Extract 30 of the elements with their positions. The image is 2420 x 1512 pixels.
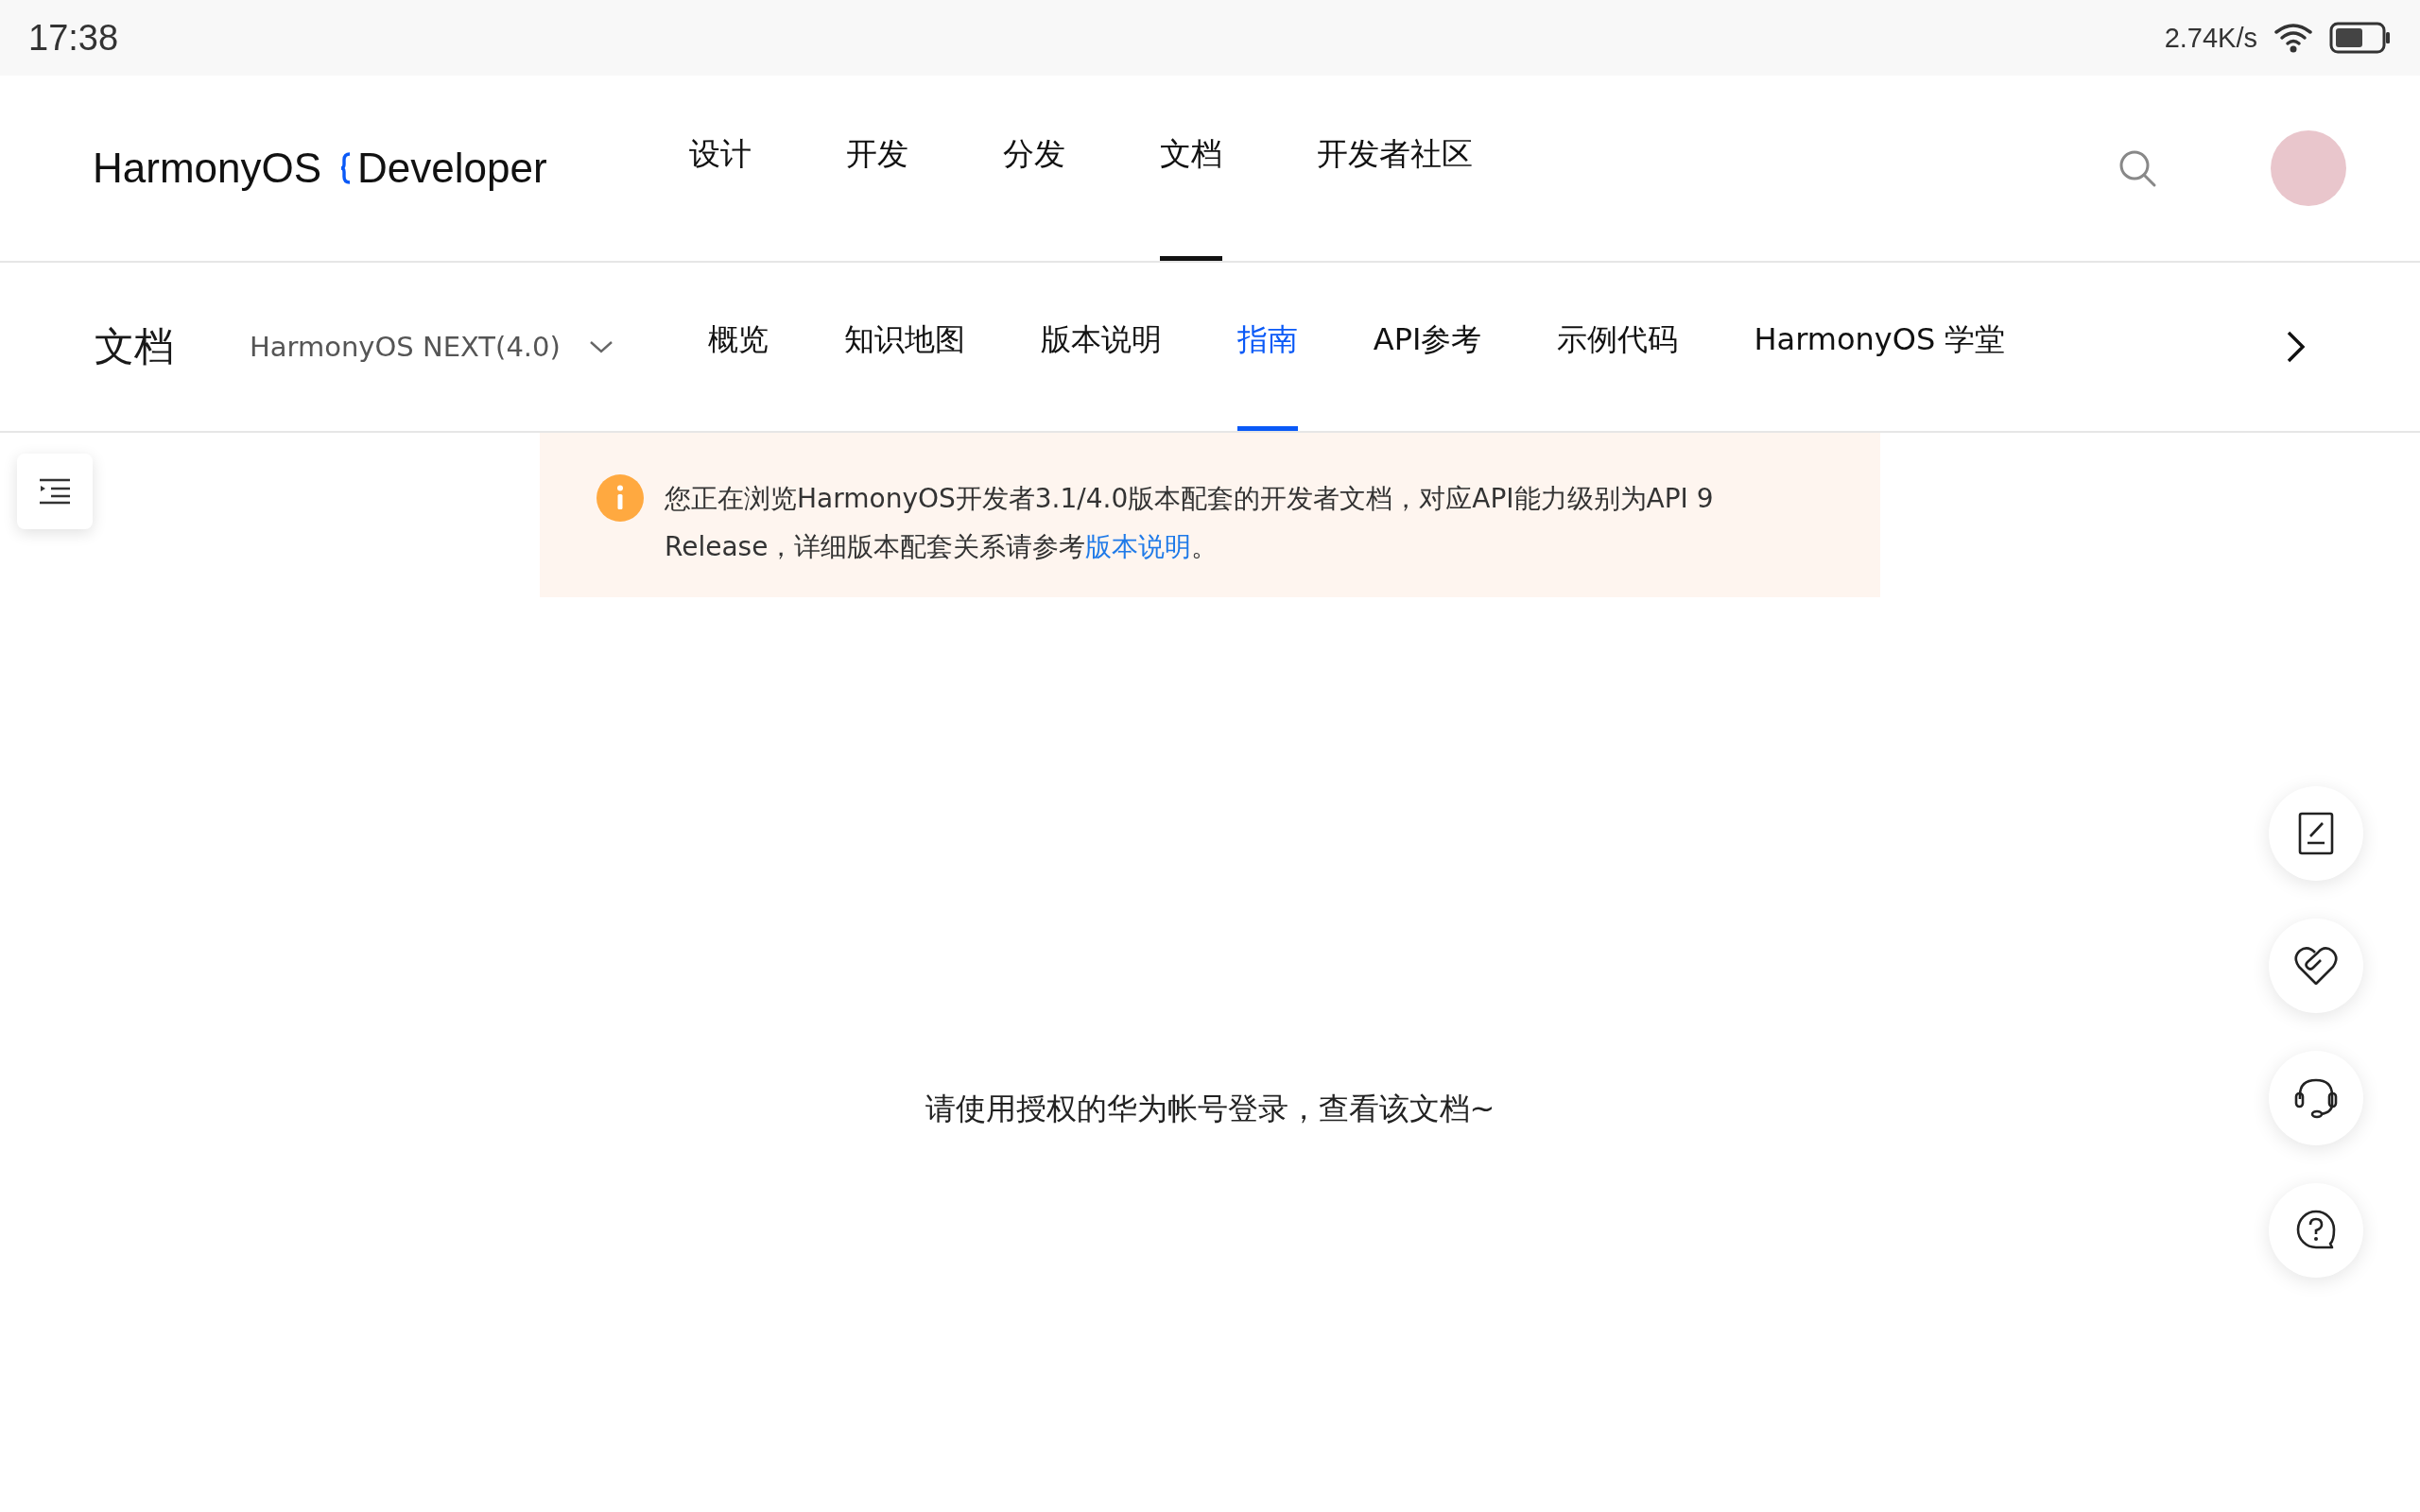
edit-document-icon <box>2298 812 2334 855</box>
network-speed: 2.74K/s <box>2164 22 2257 54</box>
chevron-down-icon <box>588 339 614 354</box>
nav-tab[interactable]: 开发 <box>845 76 908 261</box>
section-title: 文档 <box>95 322 174 371</box>
doc-tab[interactable]: 版本说明 <box>1040 263 1162 431</box>
status-time: 17:38 <box>28 17 119 59</box>
chevron-right-icon[interactable] <box>2286 330 2307 364</box>
info-icon <box>596 474 644 522</box>
doc-tab[interactable]: 概览 <box>707 263 769 431</box>
list-indent-icon <box>39 478 71 505</box>
search-icon[interactable] <box>2118 148 2157 188</box>
nav-tab[interactable]: 分发 <box>1002 76 1065 261</box>
nav-tab[interactable]: 开发者社区 <box>1316 76 1473 261</box>
nav-tab[interactable]: 设计 <box>688 76 752 261</box>
headset-icon <box>2294 1076 2338 1120</box>
heart-handshake-icon <box>2294 946 2338 986</box>
doc-tab[interactable]: 示例代码 <box>1557 263 1679 431</box>
doc-tab[interactable]: HarmonyOS 学堂 <box>1754 263 2006 431</box>
doc-tab[interactable]: API参考 <box>1373 263 1482 431</box>
notice-text: 您正在浏览HarmonyOS开发者3.1/4.0版本配套的开发者文档，对应API能力级别为API 9 Release，详细版本配套关系请参考版本说明。 <box>665 482 1715 564</box>
version-dropdown[interactable]: HarmonyOS NEXT(4.0) <box>250 331 614 363</box>
wifi-icon <box>2274 23 2312 53</box>
table-of-contents-button[interactable] <box>17 454 93 529</box>
login-message: 请使用授权的华为帐号登录，查看该文档~ <box>925 1090 1495 1128</box>
doc-tab[interactable]: 知识地图 <box>843 263 965 431</box>
battery-icon <box>2329 22 2392 54</box>
nav-tab[interactable]: 文档 <box>1159 76 1222 261</box>
harmonyos-developer-logo[interactable]: HarmonyOS Developer <box>93 145 547 192</box>
release-notes-link[interactable]: 版本说明 <box>1085 531 1192 562</box>
